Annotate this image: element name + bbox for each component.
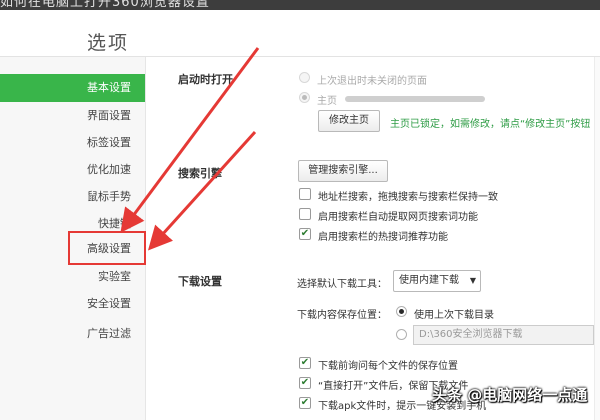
homepage-locked-note: 主页已锁定，如需修改，请点“修改主页”按钮 — [390, 119, 591, 130]
save-location-label: 下载内容保存位置： — [297, 310, 387, 321]
search-section-label: 搜索引擎 — [178, 167, 222, 180]
change-homepage-button[interactable]: 修改主页 — [318, 110, 380, 132]
use-last-dir-radio[interactable] — [396, 306, 407, 317]
sidebar-item-mouse-gestures[interactable]: 鼠标手势 — [0, 183, 145, 211]
download-section-label: 下载设置 — [178, 275, 222, 288]
manage-search-engines-button[interactable]: 管理搜索引擎... — [298, 160, 388, 182]
arrow-short — [147, 130, 257, 251]
auto-extract-keywords-label: 启用搜索栏自动提取网页搜索词功能 — [318, 212, 478, 223]
default-download-tool-label: 选择默认下载工具： — [297, 279, 387, 290]
startup-last-session-label: 上次退出时未关闭的页面 — [317, 76, 427, 87]
checkmark-icon: ✔ — [300, 357, 310, 368]
ask-each-file-checkbox[interactable]: ✔ — [299, 357, 311, 369]
checkmark-icon: ✔ — [300, 377, 310, 388]
use-last-dir-label: 使用上次下载目录 — [414, 310, 494, 321]
advanced-settings-highlight-box — [68, 231, 146, 265]
download-tool-value: 使用内建下载 — [399, 275, 459, 286]
watermark-text: 头条 @电脑网络一点通 — [432, 386, 588, 404]
startup-homepage-label: 主页 — [317, 96, 337, 107]
custom-download-path-field[interactable]: D:\360安全浏览器下载 — [413, 325, 594, 345]
startup-section-label: 启动时打开 — [178, 73, 233, 86]
sidebar-item-basic-settings[interactable]: 基本设置 — [0, 74, 145, 102]
apk-install-prompt-checkbox[interactable]: ✔ — [299, 397, 311, 409]
top-caption-text: 如何在电脑上打开360浏览器设置 — [0, 0, 210, 10]
sidebar-item-optimize[interactable]: 优化加速 — [0, 156, 145, 184]
checkmark-icon: ✔ — [300, 228, 310, 239]
page-title: 选项 — [87, 32, 130, 54]
custom-path-radio[interactable] — [396, 329, 407, 340]
address-bar-search-label: 地址栏搜索，拖拽搜索与搜索栏保持一致 — [318, 192, 498, 203]
dropdown-caret-icon: ▼ — [469, 276, 476, 285]
checkmark-icon: ✔ — [300, 397, 310, 408]
startup-last-session-radio[interactable] — [299, 72, 310, 83]
sidebar-item-security-settings[interactable]: 安全设置 — [0, 290, 145, 318]
sidebar-item-interface-settings[interactable]: 界面设置 — [0, 102, 145, 130]
auto-extract-keywords-checkbox[interactable] — [299, 208, 311, 220]
sidebar-item-lab[interactable]: 实验室 — [0, 263, 145, 291]
homepage-url-blurred — [345, 96, 485, 102]
ask-each-file-label: 下载前询问每个文件的保存位置 — [318, 361, 458, 372]
startup-homepage-radio[interactable] — [299, 92, 310, 103]
hot-words-checkbox[interactable]: ✔ — [299, 228, 311, 240]
sidebar-item-ad-filter[interactable]: 广告过滤 — [0, 320, 145, 348]
direct-open-keep-file-checkbox[interactable]: ✔ — [299, 377, 311, 389]
hot-words-label: 启用搜索栏的热搜词推荐功能 — [318, 232, 448, 243]
address-bar-search-checkbox[interactable] — [299, 188, 311, 200]
scrollbar-track[interactable] — [594, 57, 600, 420]
top-caption-bar: 如何在电脑上打开360浏览器设置 — [0, 0, 600, 10]
download-tool-select[interactable]: 使用内建下载 ▼ — [393, 270, 481, 292]
sidebar-item-tab-settings[interactable]: 标签设置 — [0, 129, 145, 157]
